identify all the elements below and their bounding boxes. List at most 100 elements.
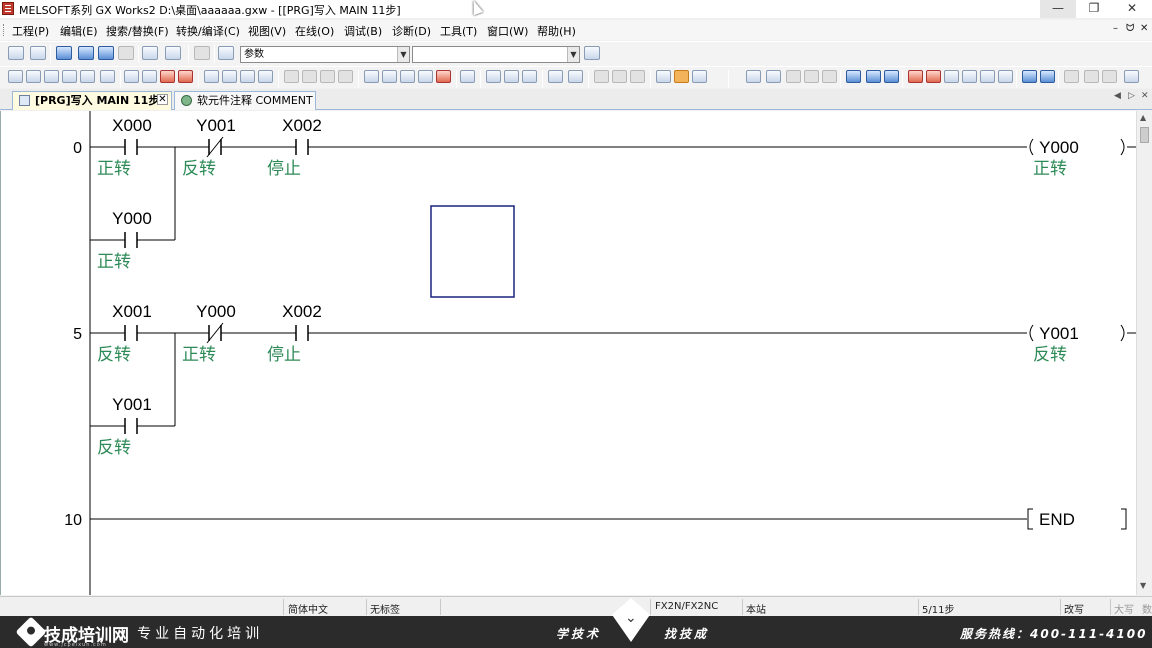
search-text-select[interactable]: ▼ — [412, 46, 580, 63]
read-plc-icon[interactable] — [846, 70, 861, 83]
online-change-icon[interactable] — [522, 70, 537, 83]
simulate-stop-icon[interactable] — [998, 70, 1013, 83]
contact-device[interactable]: X002 — [282, 116, 322, 135]
tab-main-program[interactable]: [PRG]写入 MAIN 11步 ✕ — [12, 91, 172, 110]
menu-project[interactable]: 工程(P) — [12, 23, 49, 39]
coil-device[interactable]: Y001 — [1039, 324, 1079, 343]
cross-ref-icon[interactable] — [568, 70, 583, 83]
check-icon[interactable] — [548, 70, 563, 83]
simulate-icon[interactable] — [980, 70, 995, 83]
menu-edit[interactable]: 编辑(E) — [60, 23, 98, 39]
write-plc-icon[interactable] — [866, 70, 881, 83]
line-input-icon[interactable] — [400, 70, 415, 83]
menu-online[interactable]: 在线(O) — [295, 23, 334, 39]
vline-icon[interactable] — [142, 70, 157, 83]
mdi-close-button[interactable]: ✕ — [1140, 23, 1148, 34]
coil-icon[interactable] — [80, 70, 95, 83]
coil-device[interactable]: Y000 — [1039, 138, 1079, 157]
contact-device[interactable]: Y000 — [196, 302, 236, 321]
ladder-editor[interactable]: 0 5 10 X000 正转 Y001 反转 X002 停止 Y000 正转 Y… — [0, 111, 1137, 595]
tab-close-button[interactable]: ✕ — [157, 94, 168, 105]
rising-branch-icon[interactable] — [240, 70, 255, 83]
tab-close-all-button[interactable]: ✕ — [1141, 91, 1149, 101]
falling-branch-icon[interactable] — [258, 70, 273, 83]
menu-help[interactable]: 帮助(H) — [537, 23, 576, 39]
stop-monitor-icon[interactable] — [926, 70, 941, 83]
device-list-icon[interactable] — [78, 46, 94, 60]
find-next-icon[interactable] — [584, 46, 600, 60]
menu-debug[interactable]: 调试(B) — [344, 23, 382, 39]
menu-convert-compile[interactable]: 转换/编译(C) — [176, 23, 240, 39]
menu-diagnostics[interactable]: 诊断(D) — [392, 23, 431, 39]
contact-device[interactable]: X000 — [112, 116, 152, 135]
operation-icon[interactable] — [382, 70, 397, 83]
cpu-icon[interactable] — [30, 46, 46, 60]
end-instruction[interactable]: END — [1039, 510, 1075, 529]
search-target-select[interactable]: 参数 ▼ — [240, 46, 410, 63]
undo-icon[interactable] — [804, 70, 819, 83]
contact-device[interactable]: Y001 — [196, 116, 236, 135]
vertical-scrollbar[interactable]: ▲ ▼ — [1136, 111, 1152, 595]
open-contact-icon[interactable] — [8, 70, 23, 83]
read-mode-icon[interactable] — [656, 70, 671, 83]
scroll-thumb[interactable] — [1140, 127, 1149, 143]
contact-device[interactable]: Y001 — [112, 395, 152, 414]
line-edit-icon[interactable] — [418, 70, 433, 83]
line-delete-icon[interactable] — [436, 70, 451, 83]
diag2-icon[interactable] — [1040, 70, 1055, 83]
convert-all-icon[interactable] — [504, 70, 519, 83]
rising-contact-icon[interactable] — [204, 70, 219, 83]
tab-scroll-left-button[interactable]: ◀ — [1114, 91, 1121, 101]
chevron-down-icon[interactable]: ▼ — [567, 47, 579, 62]
watch-icon[interactable] — [165, 46, 181, 60]
monitor-all-icon[interactable] — [944, 70, 959, 83]
edit-cursor-box[interactable] — [430, 205, 515, 298]
verify-plc-icon[interactable] — [884, 70, 899, 83]
device-batch-icon[interactable] — [98, 46, 114, 60]
window-list-icon[interactable] — [1124, 70, 1139, 83]
contact-device[interactable]: X001 — [112, 302, 152, 321]
closed-branch-icon[interactable] — [62, 70, 77, 83]
monitor-mode-icon[interactable] — [692, 70, 707, 83]
monitor-icon[interactable] — [142, 46, 158, 60]
restore-button[interactable]: ❐ — [1076, 0, 1112, 18]
diag-icon[interactable] — [1022, 70, 1037, 83]
binoculars-icon[interactable] — [218, 46, 234, 60]
scroll-down-icon[interactable]: ▼ — [1140, 581, 1146, 590]
contact-device[interactable]: X002 — [282, 302, 322, 321]
write-mode-icon[interactable] — [674, 70, 689, 83]
minimize-button[interactable]: — — [1040, 0, 1076, 18]
step-number: 0 — [73, 140, 82, 157]
copy-icon[interactable] — [766, 70, 781, 83]
convert-icon[interactable] — [486, 70, 501, 83]
scroll-up-icon[interactable]: ▲ — [1140, 113, 1146, 122]
open-branch-icon[interactable] — [26, 70, 41, 83]
start-monitor-icon[interactable] — [908, 70, 923, 83]
delete-hline-icon[interactable] — [160, 70, 175, 83]
menu-view[interactable]: 视图(V) — [248, 23, 286, 39]
falling-contact-icon[interactable] — [222, 70, 237, 83]
mdi-restore-button[interactable]: ᗢ — [1126, 23, 1134, 34]
tab-scroll-right-button[interactable]: ▷ — [1128, 91, 1135, 101]
help-icon[interactable] — [194, 46, 210, 60]
project-icon[interactable] — [8, 46, 24, 60]
cut-icon[interactable] — [746, 70, 761, 83]
device-test-icon[interactable] — [962, 70, 977, 83]
menu-window[interactable]: 窗口(W) — [487, 23, 528, 39]
mdi-minimize-button[interactable]: – — [1113, 23, 1118, 34]
menu-tools[interactable]: 工具(T) — [440, 23, 477, 39]
redo-icon[interactable] — [822, 70, 837, 83]
chevron-down-icon[interactable]: ▼ — [397, 47, 409, 62]
menu-find-replace[interactable]: 搜索/替换(F) — [106, 23, 169, 39]
contact-device[interactable]: Y000 — [112, 209, 152, 228]
delete-vline-icon[interactable] — [178, 70, 193, 83]
hline-icon[interactable] — [124, 70, 139, 83]
invert-icon[interactable] — [364, 70, 379, 83]
tab-device-comment[interactable]: 软元件注释 COMMENT — [174, 91, 316, 110]
close-button[interactable]: ✕ — [1114, 0, 1150, 18]
paste-icon[interactable] — [786, 70, 801, 83]
comment-icon[interactable] — [460, 70, 475, 83]
closed-contact-icon[interactable] — [44, 70, 59, 83]
function-icon[interactable] — [100, 70, 115, 83]
window-icon[interactable] — [56, 46, 72, 60]
